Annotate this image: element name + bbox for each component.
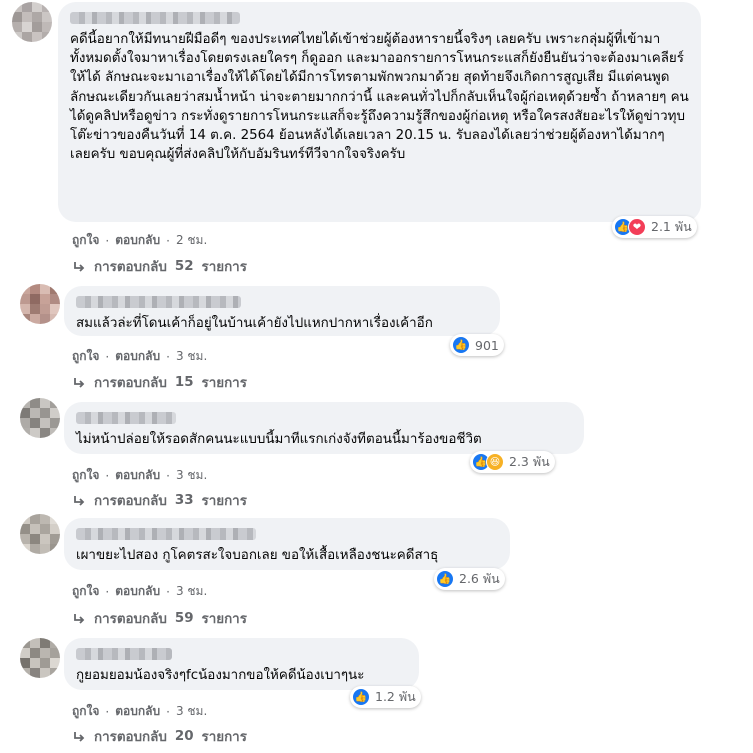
reply-button[interactable]: ตอบกลับ (115, 582, 160, 601)
separator-dot: · (105, 233, 110, 248)
view-replies-link[interactable]: การตอบกลับ 52 รายการ (72, 256, 247, 277)
view-replies-link[interactable]: การตอบกลับ 59 รายการ (72, 608, 247, 629)
comment-text: คดีนี้อยากให้มีทนายฝีมือดีๆ ของประเทศไทย… (70, 32, 689, 163)
replies-prefix: การตอบกลับ (94, 612, 167, 627)
reaction-count: 2.6 พัน (459, 571, 500, 586)
replies-count: 15 (174, 375, 194, 390)
comment-actions: ถูกใจ · ตอบกลับ · 2 ชม. (72, 231, 207, 250)
replies-suffix: รายการ (201, 376, 247, 391)
comment-timestamp[interactable]: 3 ชม. (176, 466, 207, 485)
reaction-count: 901 (475, 337, 499, 353)
reply-button[interactable]: ตอบกลับ (115, 347, 160, 366)
reply-arrow-icon (74, 731, 85, 742)
separator-dot: · (105, 349, 110, 364)
avatar[interactable] (20, 514, 60, 554)
separator-dot: · (105, 468, 110, 483)
reaction-summary[interactable]: 👍 1.2 พัน (350, 686, 421, 708)
separator-dot: · (166, 349, 170, 364)
view-replies-link[interactable]: การตอบกลับ 20 รายการ (72, 726, 247, 747)
commenter-name[interactable] (76, 296, 241, 308)
replies-suffix: รายการ (201, 730, 247, 745)
reaction-count: 2.1 พัน (651, 219, 692, 234)
reaction-count: 1.2 พัน (375, 689, 416, 704)
like-reaction-icon: 👍 (436, 570, 454, 588)
avatar[interactable] (20, 398, 60, 438)
view-replies-link[interactable]: การตอบกลับ 15 รายการ (72, 372, 247, 393)
replies-prefix: การตอบกลับ (94, 494, 167, 509)
reaction-summary[interactable]: 👍 2.6 พัน (434, 568, 505, 590)
reply-button[interactable]: ตอบกลับ (115, 231, 160, 250)
reaction-count: 2.3 พัน (509, 454, 550, 469)
reply-arrow-icon (74, 613, 85, 624)
like-reaction-icon: 👍 (352, 688, 370, 706)
reaction-summary[interactable]: 👍 😆 2.3 พัน (470, 451, 555, 473)
comment-text: ไม่หน้าปล่อยให้รอดสักคนนะแบบนี้มาทีแรกเก… (76, 432, 482, 447)
replies-prefix: การตอบกลับ (94, 376, 167, 391)
like-button[interactable]: ถูกใจ (72, 582, 99, 601)
comment-actions: ถูกใจ · ตอบกลับ · 3 ชม. (72, 702, 207, 721)
like-button[interactable]: ถูกใจ (72, 347, 99, 366)
like-button[interactable]: ถูกใจ (72, 231, 99, 250)
commenter-name[interactable] (76, 528, 256, 540)
haha-reaction-icon: 😆 (486, 453, 504, 471)
comment-timestamp[interactable]: 3 ชม. (176, 347, 207, 366)
commenter-name[interactable] (70, 12, 240, 24)
separator-dot: · (166, 704, 170, 719)
reply-button[interactable]: ตอบกลับ (115, 466, 160, 485)
like-reaction-icon: 👍 (452, 336, 470, 354)
like-button[interactable]: ถูกใจ (72, 466, 99, 485)
separator-dot: · (166, 233, 170, 248)
reply-arrow-icon (74, 495, 85, 506)
comment-actions: ถูกใจ · ตอบกลับ · 3 ชม. (72, 582, 207, 601)
replies-prefix: การตอบกลับ (94, 260, 167, 275)
comment-bubble: เผาขยะไปสอง กูโคตรสะใจบอกเลย ขอให้เสื้อเ… (64, 518, 510, 570)
comment-actions: ถูกใจ · ตอบกลับ · 3 ชม. (72, 466, 207, 485)
separator-dot: · (166, 584, 170, 599)
separator-dot: · (105, 584, 110, 599)
comment-actions: ถูกใจ · ตอบกลับ · 3 ชม. (72, 347, 207, 366)
replies-prefix: การตอบกลับ (94, 730, 167, 745)
comment-bubble: กูยอมยอมน้องจริงๆfcน้องมากขอให้คดีน้องเบ… (64, 638, 419, 690)
like-button[interactable]: ถูกใจ (72, 702, 99, 721)
replies-count: 59 (174, 611, 194, 626)
avatar[interactable] (20, 638, 60, 678)
reaction-summary[interactable]: 👍 ❤ 2.1 พัน (612, 216, 697, 238)
comment-timestamp[interactable]: 2 ชม. (176, 231, 207, 250)
reply-button[interactable]: ตอบกลับ (115, 702, 160, 721)
comment-text: สมแล้วล่ะที่โดนเค้าก็อยู่ในบ้านเค้ายังไป… (76, 316, 433, 331)
replies-suffix: รายการ (201, 612, 247, 627)
avatar[interactable] (12, 2, 52, 42)
separator-dot: · (105, 704, 110, 719)
comment-bubble: สมแล้วล่ะที่โดนเค้าก็อยู่ในบ้านเค้ายังไป… (64, 286, 500, 336)
comment-text: เผาขยะไปสอง กูโคตรสะใจบอกเลย ขอให้เสื้อเ… (76, 548, 439, 563)
replies-count: 20 (174, 729, 194, 744)
replies-suffix: รายการ (201, 494, 247, 509)
comment-bubble: ไม่หน้าปล่อยให้รอดสักคนนะแบบนี้มาทีแรกเก… (64, 402, 584, 454)
view-replies-link[interactable]: การตอบกลับ 33 รายการ (72, 490, 247, 511)
replies-count: 33 (174, 493, 194, 508)
comment-timestamp[interactable]: 3 ชม. (176, 582, 207, 601)
comment-text: กูยอมยอมน้องจริงๆfcน้องมากขอให้คดีน้องเบ… (76, 668, 365, 683)
commenter-name[interactable] (76, 412, 176, 424)
separator-dot: · (166, 468, 170, 483)
comment-timestamp[interactable]: 3 ชม. (176, 702, 207, 721)
commenter-name[interactable] (76, 648, 172, 660)
love-reaction-icon: ❤ (628, 218, 646, 236)
reaction-summary[interactable]: 👍 901 (450, 334, 504, 356)
comment-bubble: คดีนี้อยากให้มีทนายฝีมือดีๆ ของประเทศไทย… (58, 2, 701, 222)
reply-arrow-icon (74, 377, 85, 388)
replies-suffix: รายการ (201, 260, 247, 275)
replies-count: 52 (174, 259, 194, 274)
avatar[interactable] (20, 284, 60, 324)
reply-arrow-icon (74, 261, 85, 272)
